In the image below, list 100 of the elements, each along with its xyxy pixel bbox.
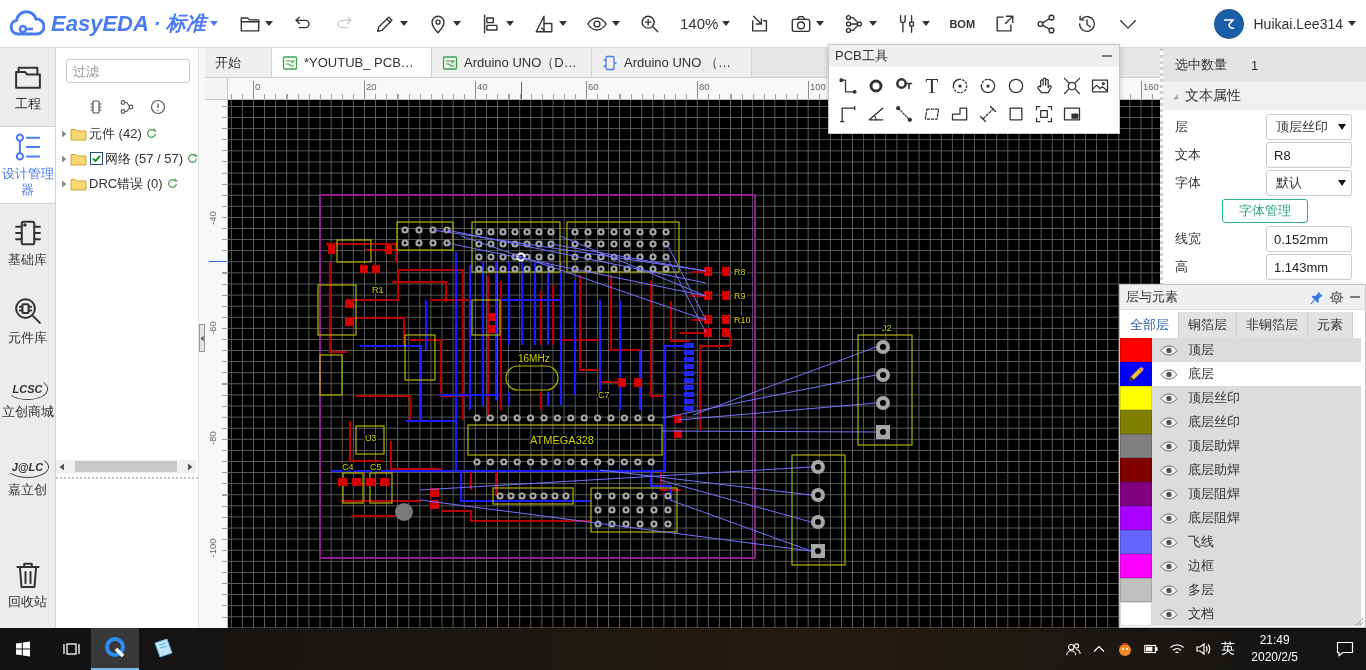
circle-x-icon[interactable] [1062, 76, 1082, 96]
measure-icon[interactable] [978, 104, 998, 124]
corner-line-icon[interactable] [838, 104, 858, 124]
eye-icon[interactable] [1160, 416, 1178, 428]
layer-row[interactable]: 底层助焊 [1152, 458, 1361, 482]
dropdown[interactable]: 默认 [1266, 170, 1352, 196]
document-tab[interactable]: Arduino UNO（D… [432, 48, 592, 77]
layer-row[interactable]: 顶层 [1152, 338, 1361, 362]
collapse-handle[interactable] [199, 324, 205, 352]
rail-tab[interactable]: 回收站 [0, 546, 55, 624]
hand-icon[interactable] [1034, 76, 1054, 96]
layer-row[interactable]: 边框 [1152, 554, 1361, 578]
zoom-select[interactable]: 140% [673, 5, 738, 42]
resize-grip-icon[interactable] [1355, 617, 1364, 626]
tray-app-icon[interactable] [1117, 641, 1134, 657]
color-swatch[interactable] [1120, 554, 1152, 578]
eye-icon[interactable] [1160, 512, 1178, 524]
filter-field[interactable]: 过滤 [66, 59, 190, 83]
rail-tab[interactable]: 设计管理器 [0, 126, 55, 204]
selection-frame-icon[interactable] [1034, 104, 1054, 124]
scrollbar-thumb[interactable] [75, 461, 177, 472]
bom-button[interactable]: BOM [942, 5, 983, 42]
eye-icon[interactable] [1160, 488, 1178, 500]
refresh-icon[interactable] [166, 178, 178, 189]
tree-label[interactable]: 网络 (57 / 57) [105, 149, 184, 168]
eye-icon[interactable] [1160, 584, 1178, 596]
windows-logo-icon[interactable] [15, 641, 31, 657]
color-swatch[interactable] [1120, 530, 1152, 554]
settings-icon[interactable] [1329, 289, 1344, 305]
rail-tab[interactable]: 基础库 [0, 204, 55, 282]
notification-icon[interactable] [1336, 641, 1354, 657]
rail-tab[interactable]: LCSC 立创商城 [0, 360, 55, 438]
document-tab[interactable]: 开始 [205, 48, 272, 77]
text-field[interactable]: 1.143mm [1266, 254, 1352, 280]
layer-row[interactable]: 文档 [1152, 602, 1361, 626]
color-swatch[interactable] [1120, 458, 1152, 482]
clock-date[interactable]: 2020/2/5 [1251, 649, 1298, 666]
input-method-indicator[interactable]: 英 [1221, 640, 1236, 658]
tree-label[interactable]: DRC错误 (0) [89, 174, 163, 193]
color-swatch[interactable] [1120, 434, 1152, 458]
circle-icon[interactable] [1006, 76, 1026, 96]
document-tab[interactable]: *YOUTUB_ PCB… [272, 48, 432, 77]
color-swatch[interactable] [1120, 602, 1152, 626]
rail-tab[interactable]: 工程 [0, 48, 55, 126]
dotted-diagonal-icon[interactable] [894, 104, 914, 124]
nodes-icon[interactable] [119, 99, 135, 115]
tree-label[interactable]: 元件 (42) [89, 124, 142, 143]
refresh-icon[interactable] [145, 128, 157, 139]
horizontal-scrollbar[interactable] [56, 460, 196, 473]
people-icon[interactable] [1065, 641, 1082, 657]
section-header[interactable]: 文本属性 [1163, 82, 1366, 110]
scroll-left-icon[interactable] [59, 462, 65, 471]
layer-row[interactable]: 顶层助焊 [1152, 434, 1361, 458]
user-menu[interactable]: Huikai.Lee314 [1253, 15, 1356, 32]
color-swatch[interactable] [1120, 410, 1152, 434]
open-arc-icon[interactable] [978, 76, 998, 96]
refresh-icon[interactable] [187, 153, 199, 164]
panel-tab[interactable]: 元素 [1308, 312, 1353, 338]
eye-icon[interactable] [1160, 464, 1178, 476]
chip-icon[interactable] [88, 99, 104, 115]
panel-tab[interactable]: 非铜箔层 [1237, 312, 1308, 338]
scroll-right-icon[interactable] [187, 462, 193, 471]
eye-icon[interactable] [1160, 344, 1178, 356]
layer-row[interactable]: 顶层丝印 [1152, 386, 1361, 410]
speaker-icon[interactable] [1195, 641, 1212, 657]
layer-row[interactable]: 底层丝印 [1152, 410, 1361, 434]
color-swatch[interactable] [1120, 482, 1152, 506]
eye-icon[interactable] [1160, 440, 1178, 452]
edition-menu[interactable]: · 标准 [148, 10, 219, 37]
color-swatch[interactable] [1120, 506, 1152, 530]
avatar-icon[interactable] [1214, 8, 1245, 39]
color-swatch[interactable] [1120, 386, 1152, 410]
dropdown[interactable]: 顶层丝印 [1266, 114, 1352, 140]
document-tab[interactable]: Arduino UNO （… [592, 48, 752, 77]
corner-wire-icon[interactable] [838, 76, 858, 96]
color-swatch[interactable] [1120, 578, 1152, 602]
text-field[interactable]: 0.152mm [1266, 226, 1352, 252]
eye-icon[interactable] [1160, 560, 1178, 572]
layer-row[interactable]: 多层 [1152, 578, 1361, 602]
alert-icon[interactable] [150, 99, 166, 115]
color-swatch[interactable] [1120, 338, 1152, 362]
expand-arrow-icon[interactable] [60, 179, 68, 188]
eye-icon[interactable] [1160, 608, 1178, 620]
text-tool[interactable]: T [922, 76, 942, 96]
checkbox[interactable] [90, 152, 103, 165]
rail-tab[interactable]: J@LC 嘉立创 [0, 438, 55, 516]
layer-row[interactable]: 底层阻焊 [1152, 506, 1361, 530]
pin-icon[interactable] [1309, 289, 1324, 305]
clock-time[interactable]: 21:49 [1259, 632, 1290, 649]
eye-icon[interactable] [1160, 368, 1178, 380]
eye-icon[interactable] [1160, 392, 1178, 404]
rail-tab[interactable]: 元件库 [0, 282, 55, 360]
layer-row[interactable]: 飞线 [1152, 530, 1361, 554]
dashed-arc-icon[interactable] [950, 76, 970, 96]
text-field[interactable]: R8 [1266, 142, 1352, 168]
color-swatch[interactable] [1120, 362, 1152, 386]
task-view-icon[interactable] [63, 641, 81, 657]
panel-tab[interactable]: 铜箔层 [1179, 312, 1237, 338]
eye-icon[interactable] [1160, 536, 1178, 548]
layer-row[interactable]: 顶层阻焊 [1152, 482, 1361, 506]
